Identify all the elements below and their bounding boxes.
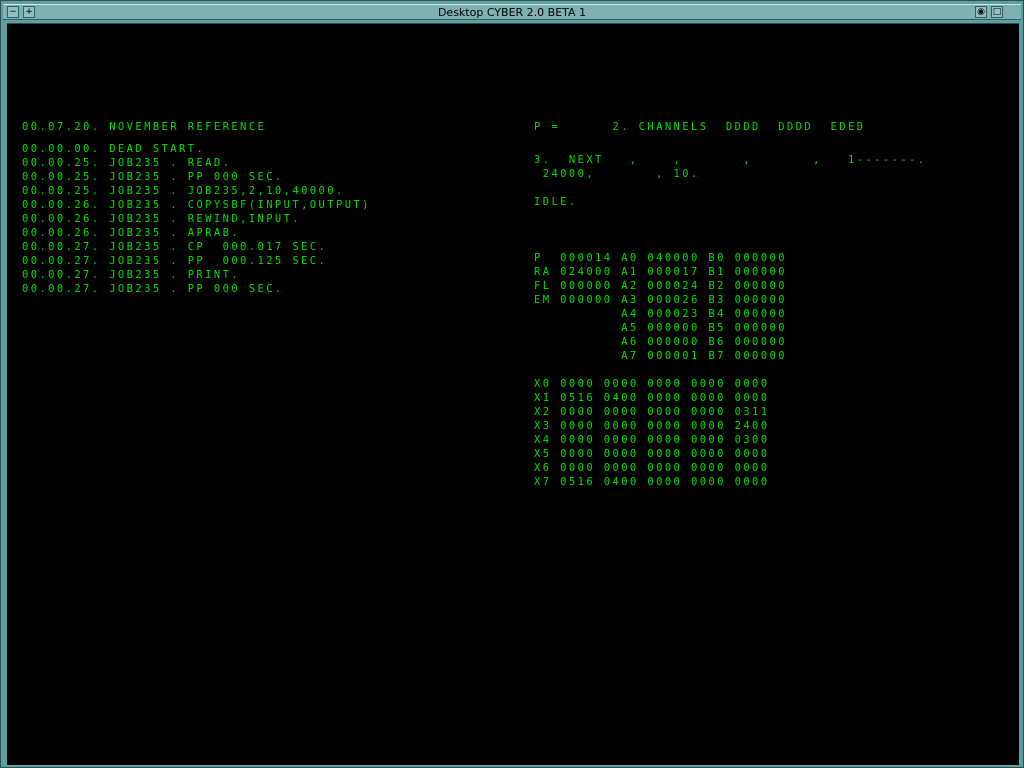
abp-registers: P 000014 A0 040000 B0 000000 RA 024000 A… [534,251,787,363]
register-row: A4 000023 B4 000000 [534,308,787,320]
title-bar[interactable]: − + Desktop CYBER 2.0 BETA 1 ◉ □ [3,4,1021,20]
dayfile-line: 00.00.25. JOB235 . READ. [22,157,232,169]
dayfile-line: 00.00.27. JOB235 . CP 000.017 SEC. [22,241,328,253]
x-register-row: X4 0000 0000 0000 0000 0300 [534,434,770,446]
next-line-2: 24000, , 10. [534,168,700,180]
register-row: RA 024000 A1 000017 B1 000000 [534,266,787,278]
dayfile-line: 00.00.27. JOB235 . PP 000 SEC. [22,283,284,295]
dayfile-line: 00.00.25. JOB235 . JOB235,2,10,40000. [22,185,345,197]
x-register-row: X2 0000 0000 0000 0000 0311 [534,406,770,418]
dayfile-line: 00.00.26. JOB235 . APRAB. [22,227,241,239]
register-row: EM 000000 A3 000026 B3 000000 [534,294,787,306]
dayfile-header: 00.07.20. NOVEMBER REFERENCE [22,121,267,133]
maximize-icon[interactable]: □ [991,6,1003,18]
app-window: − + Desktop CYBER 2.0 BETA 1 ◉ □ 00.07.2… [0,0,1024,768]
dayfile-line: 00.00.25. JOB235 . PP 000 SEC. [22,171,284,183]
x-register-row: X5 0000 0000 0000 0000 0000 [534,448,770,460]
x-register-row: X6 0000 0000 0000 0000 0000 [534,462,770,474]
dayfile-line: 00.00.27. JOB235 . PRINT. [22,269,241,281]
dayfile-line: 00.00.00. DEAD START. [22,143,206,155]
register-row: A6 000000 B6 000000 [534,336,787,348]
dayfile-list: 00.00.00. DEAD START. 00.00.25. JOB235 .… [22,142,371,296]
register-row: P 000014 A0 040000 B0 000000 [534,252,787,264]
channels-status: P = 2. CHANNELS DDDD DDDD EDED [534,121,866,133]
next-line-1: 3. NEXT , , , , 1-------. [534,154,927,166]
register-row: FL 000000 A2 000024 B2 000000 [534,280,787,292]
dayfile-line: 00.00.27. JOB235 . PP 000.125 SEC. [22,255,328,267]
idle-status: IDLE. [534,196,578,208]
register-row: A5 000000 B5 000000 [534,322,787,334]
x-register-row: X1 0516 0400 0000 0000 0000 [534,392,770,404]
window-title: Desktop CYBER 2.0 BETA 1 [437,6,587,19]
x-register-row: X7 0516 0400 0000 0000 0000 [534,476,770,488]
register-row: A7 000001 B7 000000 [534,350,787,362]
eye-icon[interactable]: ◉ [975,6,987,18]
console-screen[interactable]: 00.07.20. NOVEMBER REFERENCE 00.00.00. D… [7,23,1019,765]
dayfile-line: 00.00.26. JOB235 . REWIND,INPUT. [22,213,302,225]
x-registers: X0 0000 0000 0000 0000 0000 X1 0516 0400… [534,377,769,489]
x-register-row: X3 0000 0000 0000 0000 2400 [534,420,770,432]
x-register-row: X0 0000 0000 0000 0000 0000 [534,378,770,390]
dayfile-line: 00.00.26. JOB235 . COPYSBF(INPUT,OUTPUT) [22,199,371,211]
